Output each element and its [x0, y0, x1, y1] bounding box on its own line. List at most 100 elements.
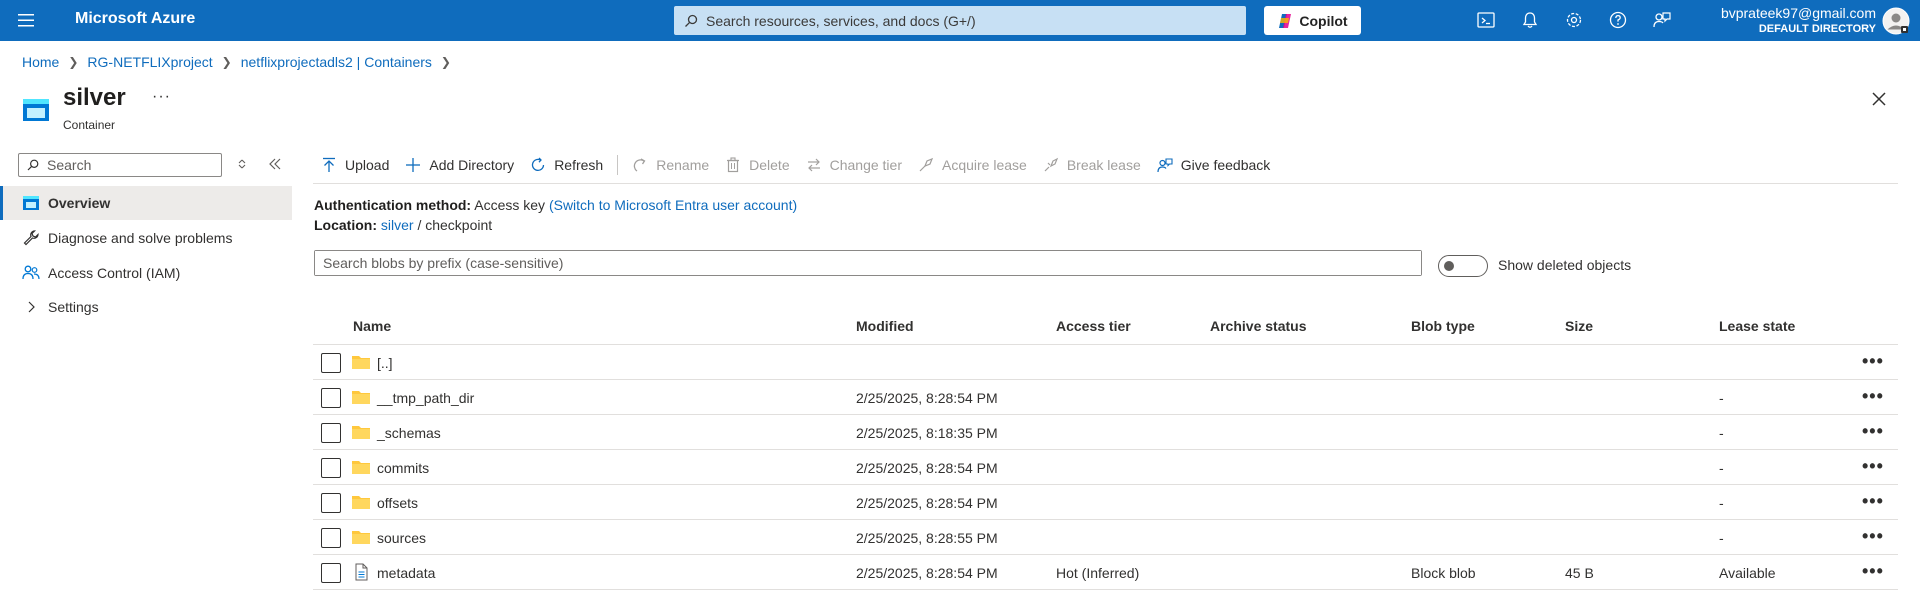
row-lease-state: -	[1719, 460, 1724, 476]
give-feedback-button[interactable]: Give feedback	[1149, 150, 1279, 180]
row-lease-state: Available	[1719, 565, 1776, 581]
chevron-right-icon: ❯	[221, 55, 232, 69]
copilot-button[interactable]: Copilot	[1264, 6, 1361, 35]
copilot-label: Copilot	[1299, 12, 1348, 29]
acquire-lease-button[interactable]: Acquire lease	[910, 150, 1035, 180]
table-row[interactable]: metadata 2/25/2025, 8:28:54 PM Hot (Infe…	[313, 555, 1898, 590]
global-search-input[interactable]	[706, 12, 1226, 29]
brand-title[interactable]: Microsoft Azure	[75, 10, 195, 28]
table-row[interactable]: _schemas 2/25/2025, 8:18:35 PM - •••	[313, 415, 1898, 450]
avatar[interactable]	[1882, 7, 1910, 35]
row-modified: 2/25/2025, 8:28:54 PM	[856, 565, 998, 581]
delete-button[interactable]: Delete	[717, 150, 797, 180]
row-checkbox[interactable]	[321, 458, 341, 478]
row-blob-type: Block blob	[1411, 565, 1476, 581]
break-lease-label: Break lease	[1066, 157, 1141, 173]
row-modified: 2/25/2025, 8:28:55 PM	[856, 530, 998, 546]
change-tier-button[interactable]: Change tier	[798, 150, 910, 180]
row-name[interactable]: __tmp_path_dir	[377, 390, 474, 406]
page-title: silver	[63, 84, 126, 111]
table-row[interactable]: __tmp_path_dir 2/25/2025, 8:28:54 PM - •…	[313, 380, 1898, 415]
wrench-icon	[22, 229, 40, 247]
row-checkbox[interactable]	[321, 423, 341, 443]
account-menu[interactable]: bvprateek97@gmail.com DEFAULT DIRECTORY	[1700, 5, 1876, 36]
location-container-link[interactable]: silver	[381, 217, 414, 233]
row-name[interactable]: _schemas	[377, 425, 441, 441]
more-options-button[interactable]: ···	[152, 88, 171, 106]
sidebar-item-overview[interactable]: Overview	[0, 186, 292, 220]
nav-search-input[interactable]	[47, 157, 217, 173]
feedback-icon	[1157, 157, 1173, 173]
row-more-button[interactable]: •••	[1862, 491, 1884, 512]
expand-collapse-icon[interactable]	[235, 157, 249, 171]
row-checkbox[interactable]	[321, 528, 341, 548]
account-directory: DEFAULT DIRECTORY	[1758, 23, 1876, 35]
row-name[interactable]: commits	[377, 460, 429, 476]
row-name[interactable]: sources	[377, 530, 426, 546]
close-icon[interactable]	[1870, 90, 1888, 108]
folder-icon	[351, 458, 371, 476]
row-checkbox[interactable]	[321, 493, 341, 513]
row-more-button[interactable]: •••	[1862, 386, 1884, 407]
upload-button[interactable]: Upload	[313, 150, 397, 180]
table-row[interactable]: commits 2/25/2025, 8:28:54 PM - •••	[313, 450, 1898, 485]
sidebar-item-diagnose[interactable]: Diagnose and solve problems	[0, 221, 292, 255]
column-header-name[interactable]: Name	[353, 318, 391, 334]
collapse-menu-icon[interactable]	[268, 157, 282, 171]
row-access-tier: Hot (Inferred)	[1056, 565, 1140, 581]
nav-search[interactable]	[18, 153, 222, 177]
sidebar-item-label: Overview	[48, 195, 111, 211]
row-name[interactable]: [..]	[377, 355, 393, 371]
breadcrumb-home[interactable]: Home	[22, 54, 59, 70]
hamburger-menu-icon[interactable]	[16, 11, 36, 29]
gear-icon[interactable]	[1564, 10, 1584, 30]
global-search[interactable]	[674, 6, 1246, 35]
delete-label: Delete	[749, 157, 790, 173]
blob-search-input[interactable]	[315, 251, 1421, 275]
column-header-modified[interactable]: Modified	[856, 318, 914, 334]
row-checkbox[interactable]	[321, 353, 341, 373]
cloud-shell-icon[interactable]	[1476, 10, 1496, 30]
row-name[interactable]: metadata	[377, 565, 435, 581]
row-modified: 2/25/2025, 8:28:54 PM	[856, 390, 998, 406]
chevron-right-icon: ❯	[440, 55, 451, 69]
change-tier-label: Change tier	[829, 157, 902, 173]
break-lease-button[interactable]: Break lease	[1035, 150, 1149, 180]
table-row[interactable]: [..] •••	[313, 345, 1898, 380]
people-icon	[22, 264, 40, 282]
feedback-icon[interactable]	[1652, 10, 1672, 30]
row-checkbox[interactable]	[321, 563, 341, 583]
switch-auth-link[interactable]: (Switch to Microsoft Entra user account)	[549, 197, 797, 213]
breadcrumb-resource-group[interactable]: RG-NETFLIXproject	[87, 54, 212, 70]
row-more-button[interactable]: •••	[1862, 561, 1884, 582]
column-header-lease-state[interactable]: Lease state	[1719, 318, 1795, 334]
break-lease-icon	[1043, 157, 1059, 173]
sidebar-item-label: Settings	[48, 299, 99, 315]
folder-icon	[351, 528, 371, 546]
add-directory-button[interactable]: Add Directory	[397, 150, 522, 180]
sidebar-item-iam[interactable]: Access Control (IAM)	[0, 256, 292, 290]
show-deleted-toggle[interactable]	[1438, 255, 1488, 277]
sidebar-item-settings[interactable]: Settings	[0, 290, 292, 324]
breadcrumb-containers[interactable]: netflixprojectadls2 | Containers	[241, 54, 432, 70]
table-row[interactable]: offsets 2/25/2025, 8:28:54 PM - •••	[313, 485, 1898, 520]
column-header-archive-status[interactable]: Archive status	[1210, 318, 1306, 334]
column-header-access-tier[interactable]: Access tier	[1056, 318, 1131, 334]
row-more-button[interactable]: •••	[1862, 456, 1884, 477]
blob-search[interactable]	[314, 250, 1422, 276]
folder-icon	[351, 423, 371, 441]
table-row[interactable]: sources 2/25/2025, 8:28:55 PM - •••	[313, 520, 1898, 555]
row-checkbox[interactable]	[321, 388, 341, 408]
row-name[interactable]: offsets	[377, 495, 418, 511]
row-more-button[interactable]: •••	[1862, 351, 1884, 372]
row-more-button[interactable]: •••	[1862, 421, 1884, 442]
bell-icon[interactable]	[1520, 10, 1540, 30]
sidebar-item-label: Access Control (IAM)	[48, 265, 181, 281]
refresh-button[interactable]: Refresh	[522, 150, 611, 180]
column-header-blob-type[interactable]: Blob type	[1411, 318, 1475, 334]
column-header-size[interactable]: Size	[1565, 318, 1593, 334]
help-icon[interactable]	[1608, 10, 1628, 30]
row-more-button[interactable]: •••	[1862, 526, 1884, 547]
row-size: 45 B	[1565, 565, 1594, 581]
rename-button[interactable]: Rename	[624, 150, 717, 180]
